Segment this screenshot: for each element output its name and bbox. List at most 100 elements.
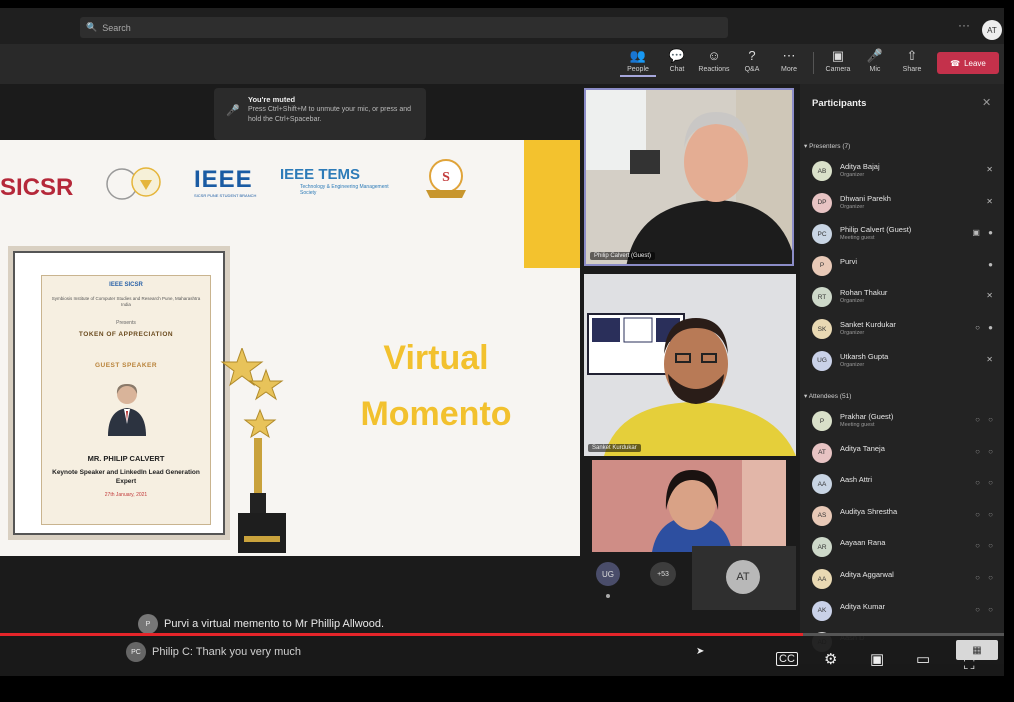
participant-status-icons[interactable]: ○ ○ bbox=[975, 573, 996, 582]
participant-role: Organizer bbox=[840, 361, 865, 368]
grid-view-icon[interactable]: ▦ bbox=[956, 640, 998, 660]
participant-status-icons[interactable]: ✕ bbox=[986, 355, 996, 364]
participant-row[interactable]: AK Aditya Kumar ○ ○ bbox=[812, 598, 1000, 624]
participant-status-icons[interactable]: ○ ○ bbox=[975, 605, 996, 614]
participant-avatar: RT bbox=[812, 287, 832, 308]
certificate-token: TOKEN OF APPRECIATION bbox=[78, 331, 174, 338]
participant-row[interactable]: SK Sanket Kurdukar Organizer ○ ● bbox=[812, 316, 1000, 342]
toast-body: Press Ctrl+Shift+M to unmute your mic, o… bbox=[248, 106, 412, 123]
participant-status-icons[interactable]: ○ ○ bbox=[975, 541, 996, 550]
participant-row[interactable]: AT Aditya Taneja ○ ○ bbox=[812, 440, 1000, 466]
participant-status-icons[interactable]: ✕ bbox=[986, 291, 996, 300]
speaker-photo bbox=[108, 384, 146, 436]
phone-hangup-icon: ☎ bbox=[950, 58, 961, 68]
leave-button[interactable]: ☎ Leave bbox=[937, 52, 999, 74]
participant-row[interactable]: P Purvi ● bbox=[812, 253, 1000, 279]
participant-status-icons[interactable]: ○ ○ bbox=[975, 510, 996, 519]
participant-role: Organizer bbox=[840, 298, 865, 305]
user-avatar[interactable]: AT bbox=[982, 20, 1002, 40]
more-button[interactable]: ⋯ More bbox=[771, 48, 807, 73]
speaking-indicator bbox=[606, 594, 610, 598]
caption-avatar: P bbox=[138, 614, 158, 634]
meeting-window: 🔍 Search ··· AT 👥 People 💬 Chat ☺ Reacti… bbox=[0, 0, 1014, 702]
certificate-presents: Presents bbox=[116, 320, 136, 326]
more-label: More bbox=[781, 66, 797, 73]
settings-gear-icon[interactable]: ⚙ bbox=[824, 650, 837, 668]
participant-row[interactable]: UG Utkarsh Gupta Organizer ✕ bbox=[812, 348, 1000, 374]
caption-avatar: PC bbox=[126, 642, 146, 662]
panel-title: Participants bbox=[812, 98, 867, 109]
participant-row[interactable]: P Prakhar (Guest) Meeting guest ○ ○ bbox=[812, 408, 1000, 434]
certificate-institution: Symbiosis Institute of Computer Studies … bbox=[51, 296, 201, 307]
more-icon: ⋯ bbox=[782, 48, 796, 63]
participant-status-icons[interactable]: ✕ bbox=[986, 165, 996, 174]
certificate-logos: IEEE SICSR bbox=[109, 282, 143, 288]
certificate-frame: IEEE SICSR Symbiosis Institute of Comput… bbox=[8, 246, 230, 540]
participant-name: Sanket Kurdukar bbox=[840, 320, 896, 329]
chat-button[interactable]: 💬 Chat bbox=[659, 48, 695, 73]
participant-row[interactable]: AS Auditya Shrestha ○ ○ bbox=[812, 503, 1000, 529]
video-purvi bbox=[592, 460, 786, 552]
miniplayer-icon[interactable]: ▣ bbox=[870, 650, 884, 668]
participant-row[interactable]: AB Aditya Bajaj Organizer ✕ bbox=[812, 158, 1000, 184]
participant-avatar: P bbox=[812, 255, 832, 276]
participant-avatar: SK bbox=[812, 319, 832, 339]
participant-status-icons[interactable]: ○ ● bbox=[975, 323, 996, 332]
more-options-icon[interactable]: ··· bbox=[958, 18, 970, 32]
reactions-button[interactable]: ☺ Reactions bbox=[696, 48, 732, 73]
camera-off-icon: ▣ bbox=[831, 48, 845, 63]
caption-line: PC Philip C: Thank you very much bbox=[126, 642, 301, 662]
camera-button[interactable]: ▣ Camera bbox=[820, 48, 856, 73]
participant-role: Meeting guest bbox=[840, 422, 875, 428]
participant-status-icons[interactable]: ▣ ● bbox=[972, 228, 996, 237]
ieee-tems-subtitle: Technology & Engineering Management Soci… bbox=[300, 184, 389, 196]
mic-button[interactable]: 🎤 Mic bbox=[857, 48, 893, 73]
qa-button[interactable]: ? Q&A bbox=[734, 48, 770, 73]
participant-status-icons[interactable]: ○ ○ bbox=[975, 447, 996, 456]
participant-avatar: AR bbox=[812, 537, 832, 558]
ieee-tems-logo: IEEE TEMS bbox=[280, 166, 361, 183]
toast-title: You're muted bbox=[248, 95, 296, 104]
participant-avatar: AB bbox=[812, 161, 832, 181]
certificate-name: MR. PHILIP CALVERT bbox=[87, 454, 165, 463]
presenters-header[interactable]: ▾ Presenters (7) bbox=[804, 142, 850, 150]
participant-avatar: DP bbox=[812, 192, 832, 213]
search-placeholder: Search bbox=[102, 22, 131, 33]
participant-status-icons[interactable]: ● bbox=[988, 260, 996, 269]
captions-button[interactable]: CC bbox=[776, 652, 798, 666]
caption-line: P Purvi a virtual memento to Mr Phillip … bbox=[138, 614, 384, 634]
participant-row[interactable]: PC Philip Calvert (Guest) Meeting guest ▣ ● bbox=[812, 221, 1000, 247]
participant-name: Purvi bbox=[840, 256, 858, 266]
participant-row[interactable]: AA Aditya Aggarwal ○ ○ bbox=[812, 566, 1000, 592]
video-tile-philip[interactable]: Philip Calvert (Guest) bbox=[584, 88, 794, 266]
video-tile-sanket[interactable]: Sanket Kurdukar bbox=[584, 274, 796, 456]
people-button[interactable]: 👥 People bbox=[620, 48, 656, 77]
shared-slide: SICSR IEEE SICSR PUNE STUDENT BRANCH IEE… bbox=[0, 140, 580, 556]
caption-text: Purvi a virtual memento to Mr Phillip Al… bbox=[164, 618, 385, 630]
video-tile-purvi[interactable] bbox=[592, 460, 786, 552]
participant-name: Aash Attri bbox=[840, 475, 873, 485]
close-icon[interactable]: ✕ bbox=[982, 96, 991, 109]
search-input[interactable]: 🔍 Search bbox=[80, 17, 728, 38]
participant-status-icons[interactable]: ○ ○ bbox=[975, 478, 996, 487]
camera-label: Camera bbox=[825, 66, 851, 73]
participant-row[interactable]: AR Aayaan Rana ○ ○ bbox=[812, 534, 1000, 560]
video-tile-at[interactable]: AT bbox=[692, 546, 796, 610]
presenters-header-label: Presenters (7) bbox=[809, 143, 851, 150]
participant-row[interactable]: DP Dhwani Parekh Organizer ✕ bbox=[812, 190, 1000, 216]
participant-status-icons[interactable]: ✕ bbox=[986, 197, 996, 206]
share-button[interactable]: ⇧ Share bbox=[894, 48, 930, 73]
participant-name: Aditya Bajaj bbox=[840, 162, 880, 171]
participant-avatar-ug[interactable]: UG bbox=[596, 562, 620, 586]
participant-name: Aditya Kumar bbox=[840, 601, 886, 611]
chevron-down-icon: ▾ bbox=[804, 143, 808, 150]
participant-row[interactable]: RT Rohan Thakur Organizer ✕ bbox=[812, 284, 1000, 310]
participant-role: Organizer bbox=[840, 203, 865, 210]
participant-status-icons[interactable]: ○ ○ bbox=[975, 415, 996, 424]
people-icon: 👥 bbox=[629, 48, 647, 63]
cast-icon[interactable]: ▭ bbox=[916, 650, 930, 668]
more-participants-button[interactable]: +53 bbox=[650, 562, 676, 586]
participant-row[interactable]: AA Aash Attri ○ ○ bbox=[812, 471, 1000, 497]
leave-label: Leave bbox=[964, 58, 986, 68]
attendees-header[interactable]: ▾ Attendees (51) bbox=[804, 392, 851, 400]
